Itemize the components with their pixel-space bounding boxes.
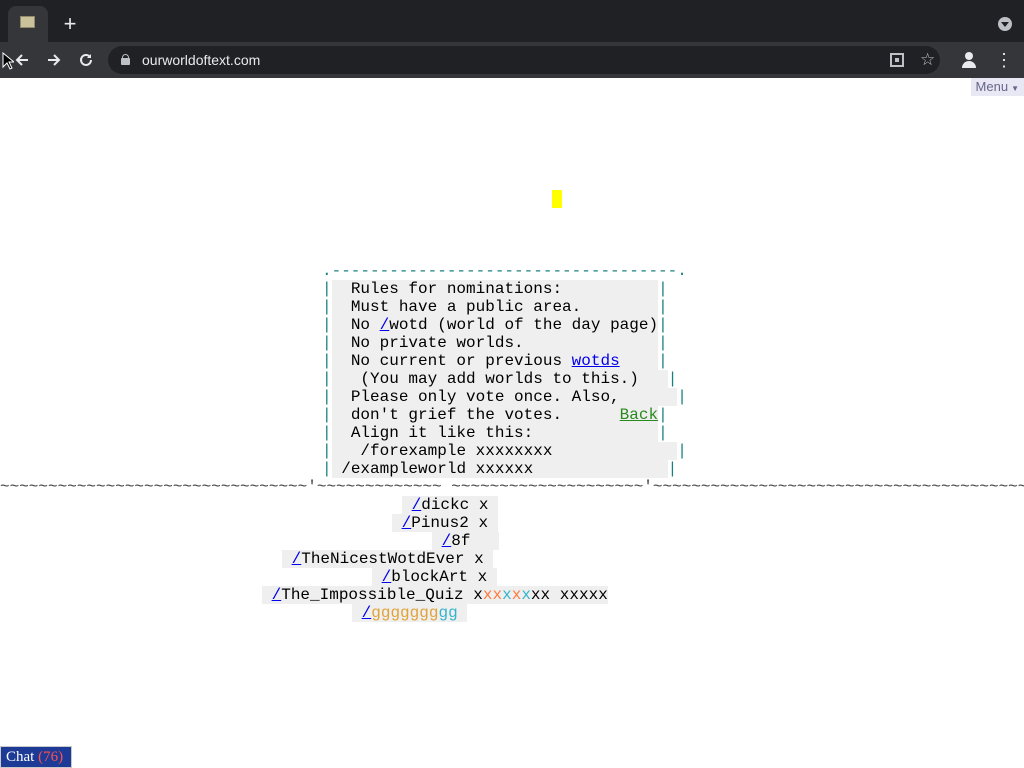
glyph: x xyxy=(473,586,483,604)
glyph: x xyxy=(521,586,531,604)
glyph: x xyxy=(540,586,551,604)
url-text[interactable]: ourworldoftext.com xyxy=(142,52,260,68)
vote-marks: xxxxxxxx xxxxx xyxy=(473,586,608,604)
glyph: g xyxy=(448,604,458,622)
glyph: g xyxy=(380,604,391,622)
glyph xyxy=(550,586,560,604)
glyph: g xyxy=(409,604,420,622)
world-link-slash[interactable]: / xyxy=(412,496,422,514)
glyph: g xyxy=(371,604,381,622)
world-name[interactable]: The_Impossible_Quiz xyxy=(281,586,463,604)
text-cursor xyxy=(552,190,562,208)
mouse-pointer-icon xyxy=(2,52,14,70)
world-name[interactable]: ggggggggg xyxy=(371,604,457,622)
glyph: x xyxy=(588,586,599,604)
nomination-row: /The_Impossible_Quiz xxxxxxxx xxxxx xyxy=(262,586,608,604)
glyph: g xyxy=(400,604,410,622)
glyph: x xyxy=(598,586,608,604)
rules-line: | don't grief the votes. Back| xyxy=(322,406,668,424)
wotd-link[interactable]: / xyxy=(380,316,390,334)
rules-line: | Align it like this: | xyxy=(322,424,668,442)
world-canvas[interactable]: Menu ▼ .---------------------------------… xyxy=(0,78,1024,768)
rules-box-top-border: .------------------------------------. xyxy=(322,262,687,280)
vote-marks: x xyxy=(478,514,489,532)
glyph: x xyxy=(559,586,570,604)
menu-button[interactable]: Menu ▼ xyxy=(970,78,1024,96)
glyph: x xyxy=(511,586,522,604)
nomination-row: /blockArt x xyxy=(372,568,497,586)
vote-marks: x xyxy=(477,568,488,586)
browser-toolbar: ourworldoftext.com ☆ ⋮ xyxy=(0,42,1024,78)
back-arrow-icon xyxy=(15,54,28,66)
world-link-slash[interactable]: / xyxy=(292,550,302,568)
rules-line: | Rules for nominations: | xyxy=(322,280,668,298)
vote-marks: x xyxy=(478,496,489,514)
glyph: x xyxy=(569,586,579,604)
world-link-slash[interactable]: / xyxy=(402,514,412,532)
rules-line: | Must have a public area. | xyxy=(322,298,668,316)
vote-marks: x xyxy=(474,550,484,568)
forward-button[interactable] xyxy=(40,46,68,74)
glyph: x xyxy=(578,586,589,604)
rules-line: | No private worlds. | xyxy=(322,334,668,352)
address-bar[interactable]: ourworldoftext.com ☆ xyxy=(108,46,940,74)
caret-down-icon: ▼ xyxy=(1011,84,1019,93)
forward-arrow-icon xyxy=(48,54,61,66)
world-name[interactable]: blockArt xyxy=(391,568,468,586)
reload-icon xyxy=(80,53,92,66)
wotds-link[interactable]: wotds xyxy=(572,352,620,370)
world-link-slash[interactable]: / xyxy=(382,568,392,586)
world-name[interactable]: TheNicestWotdEver xyxy=(301,550,464,568)
tab-strip: + xyxy=(0,0,1024,42)
rules-line: | /exampleworld xxxxxx | xyxy=(322,460,678,478)
star-icon[interactable]: ☆ xyxy=(920,49,935,71)
tilde-divider: ~~~~~~~~~~~~~~~~~~~~~~~~~~~~~~~~'~~~~~~~… xyxy=(0,478,1024,496)
nomination-row: /TheNicestWotdEver x xyxy=(282,550,494,568)
favicon-icon xyxy=(20,16,35,28)
nomination-row: /dickc x xyxy=(402,496,499,514)
glyph: x xyxy=(492,586,503,604)
glyph: g xyxy=(390,604,401,622)
glyph: x xyxy=(502,586,512,604)
world-name[interactable]: 8f xyxy=(451,532,470,550)
glyph: x xyxy=(530,586,541,604)
world-link-slash[interactable]: / xyxy=(442,532,452,550)
lock-icon[interactable] xyxy=(121,54,130,65)
back-link[interactable]: Back xyxy=(620,406,658,424)
new-tab-button[interactable]: + xyxy=(58,12,82,36)
nomination-row: /Pinus2 x xyxy=(392,514,498,532)
world-link-slash[interactable]: / xyxy=(272,586,282,604)
world-name[interactable]: dickc xyxy=(421,496,469,514)
tab-search-icon[interactable] xyxy=(998,17,1012,31)
world-link-slash[interactable]: / xyxy=(362,604,372,622)
profile-icon[interactable] xyxy=(960,51,978,69)
nomination-row: /8f xyxy=(432,532,500,550)
reload-button[interactable] xyxy=(72,46,100,74)
world-name[interactable]: Pinus2 xyxy=(411,514,469,532)
rules-line: | No current or previous wotds | xyxy=(322,352,668,370)
qr-code-icon[interactable] xyxy=(890,53,904,67)
nomination-row: /ggggggggg xyxy=(352,604,468,622)
glyph: g xyxy=(438,604,449,622)
kebab-menu-icon[interactable]: ⋮ xyxy=(994,46,1014,74)
chat-button[interactable]: Chat (76) xyxy=(0,746,72,768)
rules-line: | /forexample xxxxxxxx | xyxy=(322,442,687,460)
rules-line: | (You may add worlds to this.) | xyxy=(322,370,678,388)
glyph: g xyxy=(419,604,429,622)
rules-line: | No /wotd (world of the day page)| xyxy=(322,316,668,334)
chat-unread-count: (76) xyxy=(38,749,64,765)
rules-line: | Please only vote once. Also, | xyxy=(322,388,687,406)
